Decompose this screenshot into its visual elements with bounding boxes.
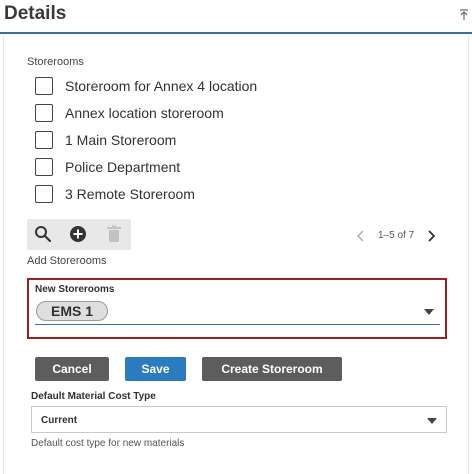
cost-type-hint: Default cost type for new materials — [31, 438, 185, 449]
cost-type-select[interactable]: Current — [31, 406, 447, 433]
details-header: Details — [0, 0, 472, 34]
new-storerooms-select[interactable]: EMS 1 — [35, 298, 440, 325]
storeroom-row[interactable]: 3 Remote Storeroom — [35, 184, 195, 204]
storeroom-label: Annex location storeroom — [65, 105, 224, 121]
storeroom-row[interactable]: Annex location storeroom — [35, 103, 224, 123]
storeroom-row[interactable]: 1 Main Storeroom — [35, 130, 176, 150]
storeroom-label: Storeroom for Annex 4 location — [65, 78, 258, 94]
cost-type-label: Default Material Cost Type — [31, 391, 156, 402]
pager-count: 1–5 of 7 — [378, 230, 415, 241]
storeroom-label: 1 Main Storeroom — [65, 132, 177, 148]
page-title: Details — [4, 3, 67, 24]
new-storerooms-label: New Storerooms — [35, 284, 115, 295]
cancel-button[interactable]: Cancel — [35, 357, 109, 381]
storeroom-checkbox[interactable] — [35, 158, 53, 176]
storerooms-toolbar — [27, 219, 131, 250]
save-button[interactable]: Save — [125, 357, 186, 381]
caret-down-icon[interactable] — [427, 418, 437, 424]
storeroom-label: 3 Remote Storeroom — [65, 186, 195, 202]
storerooms-label: Storerooms — [27, 56, 84, 68]
trash-icon — [107, 225, 121, 242]
storeroom-row[interactable]: Storeroom for Annex 4 location — [35, 76, 257, 96]
storeroom-checkbox[interactable] — [35, 131, 53, 149]
search-icon[interactable] — [33, 224, 53, 244]
storeroom-checkbox[interactable] — [35, 77, 53, 95]
cost-type-value: Current — [41, 415, 78, 426]
chevron-left-icon[interactable] — [356, 229, 366, 243]
add-circle-icon[interactable] — [68, 224, 88, 244]
caret-down-icon[interactable] — [424, 309, 434, 315]
selected-chip[interactable]: EMS 1 — [36, 301, 109, 321]
storeroom-checkbox[interactable] — [35, 104, 53, 122]
storeroom-checkbox[interactable] — [35, 185, 53, 203]
storeroom-label: Police Department — [65, 159, 181, 175]
chevron-right-icon[interactable] — [426, 229, 436, 243]
new-storerooms-field: New Storerooms EMS 1 — [27, 278, 447, 339]
create-storeroom-button[interactable]: Create Storeroom — [202, 357, 342, 381]
add-storerooms-label: Add Storerooms — [27, 255, 107, 267]
storeroom-row[interactable]: Police Department — [35, 157, 180, 177]
collapse-up-icon[interactable] — [459, 9, 469, 21]
